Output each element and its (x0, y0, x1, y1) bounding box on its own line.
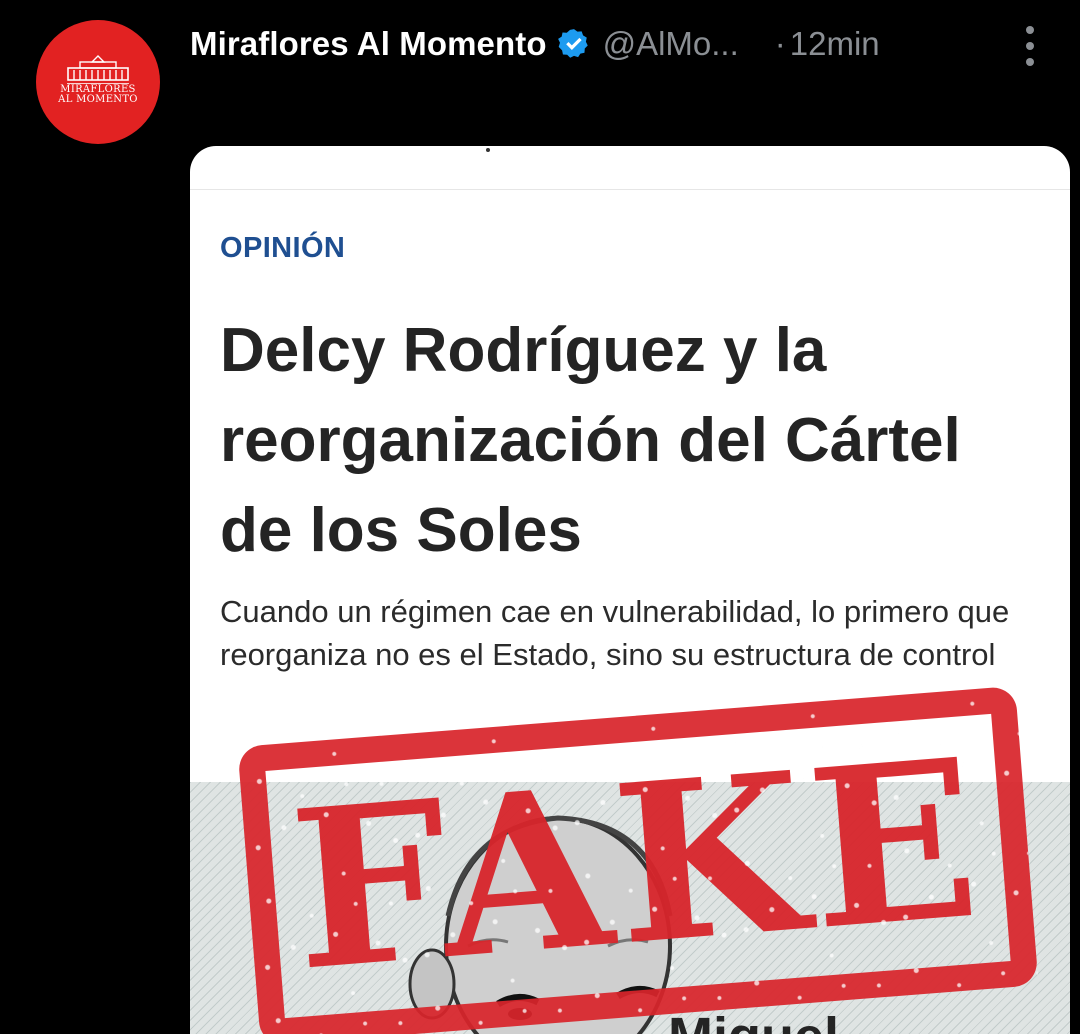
avatar-rule (67, 82, 129, 84)
article-kicker: OPINIÓN (220, 232, 346, 264)
article-headline: Delcy Rodríguez y la reorganización del … (220, 316, 961, 565)
post-timestamp[interactable]: 12min (790, 25, 880, 63)
tweet-header: Miraflores Al Momento @AlMo... · 12min (190, 22, 1060, 66)
profile-avatar[interactable]: MIRAFLORES AL MOMENTO (36, 20, 160, 144)
card-top-bar (190, 146, 1070, 190)
stamp-text: FAKE (283, 710, 993, 1020)
tweet-screen: MIRAFLORES AL MOMENTO Miraflores Al Mome… (0, 0, 1080, 1034)
more-options-icon[interactable] (1022, 26, 1038, 66)
avatar-brand-line-1: MIRAFLORES (60, 83, 136, 95)
palace-logo-icon (67, 54, 129, 81)
fake-stamp: FAKE (237, 685, 1039, 1034)
author-handle[interactable]: @AlMo... (603, 25, 739, 63)
verified-badge-icon (557, 29, 588, 58)
separator-dot: · (774, 25, 786, 62)
article-subhead: Cuando un régimen cae en vulnerabilidad,… (220, 594, 1010, 672)
author-name[interactable]: Miraflores Al Momento (190, 25, 547, 63)
article-byline: Miguel (668, 1010, 839, 1034)
avatar-brand-line-2: AL MOMENTO (58, 93, 138, 105)
